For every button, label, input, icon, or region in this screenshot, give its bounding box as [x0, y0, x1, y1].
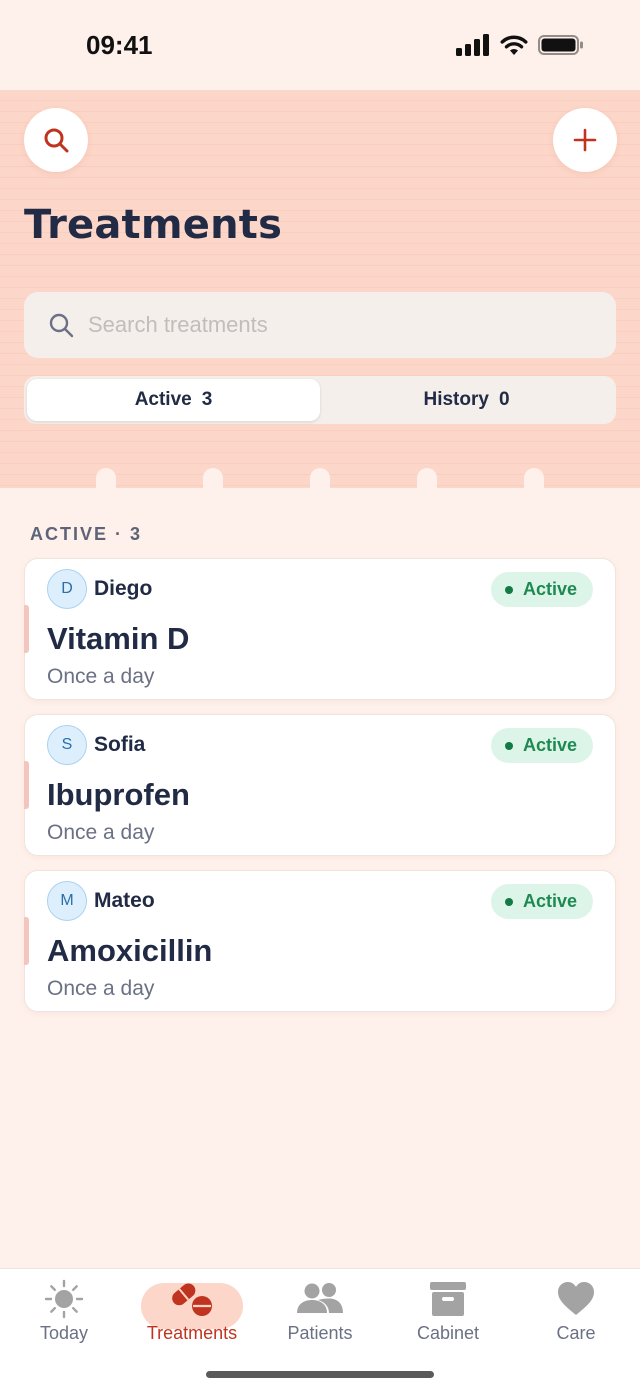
battery-icon [538, 35, 583, 55]
tab-active-count: 3 [201, 389, 213, 410]
pills-icon [172, 1283, 212, 1316]
edge-knob [417, 468, 437, 490]
home-indicator [206, 1371, 434, 1378]
status-time: 09:41 [86, 30, 153, 60]
patient-name: Sofia [94, 733, 146, 756]
nav-treatments[interactable]: Treatments [128, 1269, 256, 1359]
status-badge: Active [490, 572, 593, 607]
nav-label: Care [556, 1323, 596, 1343]
header: Treatments Active 3 History 0 [0, 90, 640, 490]
nav-label: Patients [287, 1323, 353, 1343]
cabinet-icon [430, 1282, 466, 1316]
search-icon [44, 128, 69, 153]
search-button[interactable] [24, 108, 88, 172]
medication-name: Ibuprofen [47, 777, 190, 812]
status-bar: 09:41 [0, 0, 640, 90]
status-label: Active [522, 891, 577, 911]
status-badge: Active [490, 728, 593, 763]
tab-history-label: History [423, 389, 489, 410]
section-label: ACTIVE · 3 [30, 524, 143, 544]
patient-name: Diego [94, 577, 153, 600]
status-dot-icon [504, 585, 513, 594]
treatment-card[interactable]: S Sofia Active Ibuprofen Once a day [24, 714, 616, 856]
tab-history-count: 0 [498, 389, 510, 410]
edge-knob [203, 468, 223, 490]
avatar: S [47, 725, 87, 765]
nav-label: Treatments [146, 1323, 238, 1343]
status-label: Active [522, 579, 577, 599]
page-title: Treatments [24, 202, 283, 248]
tab-active-label: Active [134, 389, 192, 410]
nav-label: Today [39, 1323, 89, 1343]
tab-history[interactable]: History 0 [320, 379, 613, 421]
search-field[interactable] [24, 292, 616, 358]
segmented-control: Active 3 History 0 [24, 376, 616, 424]
nav-today[interactable]: Today [0, 1269, 128, 1359]
add-treatment-button[interactable] [553, 108, 617, 172]
status-dot-icon [504, 741, 513, 750]
card-accent [24, 605, 29, 653]
edge-knob [524, 468, 544, 490]
avatar: M [47, 881, 87, 921]
nav-cabinet[interactable]: Cabinet [384, 1269, 512, 1359]
plus-icon [573, 128, 597, 152]
nav-patients[interactable]: Patients [256, 1269, 384, 1359]
card-accent [24, 917, 29, 965]
header-edge-decoration [0, 466, 640, 490]
people-icon [297, 1283, 343, 1313]
frequency: Once a day [47, 665, 155, 688]
frequency: Once a day [47, 977, 155, 1000]
tab-active[interactable]: Active 3 [27, 379, 320, 421]
treatment-card[interactable]: M Mateo Active Amoxicillin Once a day [24, 870, 616, 1012]
nav-care[interactable]: Care [512, 1269, 640, 1359]
status-icons [456, 34, 584, 56]
status-badge: Active [490, 884, 593, 919]
sun-icon [44, 1279, 84, 1319]
medication-name: Vitamin D [47, 621, 190, 656]
avatar: D [47, 569, 87, 609]
status-label: Active [522, 735, 577, 755]
treatment-card[interactable]: D Diego Active Vitamin D Once a day [24, 558, 616, 700]
heart-icon [558, 1282, 594, 1315]
edge-knob [96, 468, 116, 490]
card-accent [24, 761, 29, 809]
medication-name: Amoxicillin [47, 933, 213, 968]
nav-label: Cabinet [416, 1323, 480, 1343]
search-icon [49, 313, 74, 338]
edge-knob [310, 468, 330, 490]
search-input[interactable] [88, 312, 568, 338]
wifi-icon [500, 35, 528, 55]
signal-icon [456, 34, 489, 56]
frequency: Once a day [47, 821, 155, 844]
status-dot-icon [504, 897, 513, 906]
patient-name: Mateo [94, 889, 155, 912]
